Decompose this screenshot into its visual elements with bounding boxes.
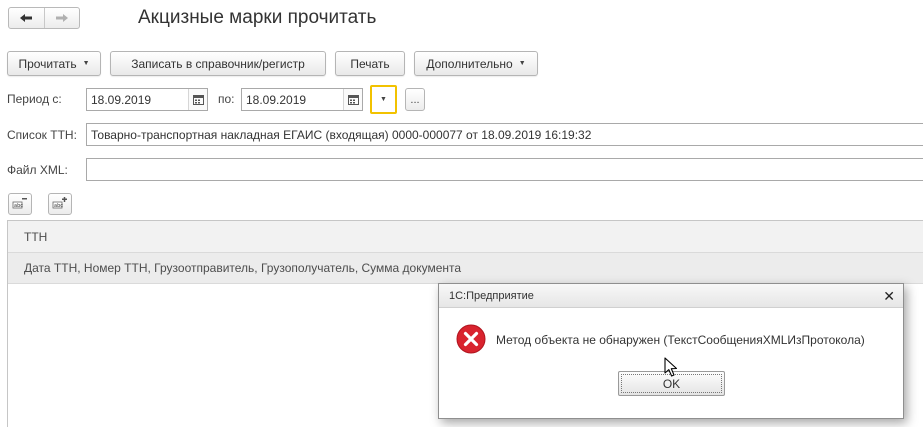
calendar-icon[interactable] [343,89,362,110]
more-button-label: Дополнительно [426,56,513,71]
collapse-list-icon: abc [12,197,28,212]
print-button[interactable]: Печать [335,51,405,76]
ttn-list-field[interactable]: Товарно-транспортная накладная ЕГАИС (вх… [86,123,923,146]
dialog-titlebar: 1С:Предприятие ✕ [439,284,903,308]
period-to-label: по: [218,92,235,106]
svg-text:abc: abc [14,203,23,209]
svg-text:abc: abc [54,203,63,209]
chevron-down-icon: ▼ [518,60,526,67]
xml-file-field[interactable] [86,158,923,181]
error-dialog: 1С:Предприятие ✕ Метод объекта не обнару… [438,283,904,419]
expand-list-icon: abc [52,196,68,212]
dialog-message: Метод объекта не обнаружен (ТекстСообщен… [496,333,865,347]
ttn-list-label: Список ТТН: [7,128,77,142]
nav-buttons [8,7,80,29]
write-to-register-button[interactable]: Записать в справочник/регистр [110,51,326,76]
print-button-label: Печать [350,56,390,71]
forward-button[interactable] [43,8,80,28]
calendar-icon[interactable] [188,89,207,110]
xml-file-label: Файл XML: [7,163,68,177]
period-from-field[interactable]: 18.09.2019 [86,88,208,111]
ttn-column-subtitle: Дата ТТН, Номер ТТН, Грузоотправитель, Г… [24,261,462,275]
ttn-list-value: Товарно-транспортная накладная ЕГАИС (вх… [91,127,592,142]
page-title: Акцизные марки прочитать [138,7,377,28]
write-button-label: Записать в справочник/регистр [131,56,305,71]
chevron-down-icon: ▼ [82,60,90,67]
table-sub-header: Дата ТТН, Номер ТТН, Грузоотправитель, Г… [8,253,923,284]
period-from-label: Период с: [7,92,62,106]
period-dropdown-button[interactable]: ▼ [370,85,397,114]
dialog-title: 1С:Предприятие [449,289,534,302]
mouse-cursor-icon [664,357,678,381]
back-button[interactable] [9,8,44,28]
table-column-header: ТТН [8,221,923,253]
read-button-label: Прочитать [18,56,77,71]
read-button[interactable]: Прочитать ▼ [7,51,101,76]
period-to-field[interactable]: 18.09.2019 [241,88,363,111]
arrow-right-icon [55,13,69,23]
ttn-column-title: ТТН [24,229,48,244]
collapse-all-button[interactable]: abc [8,193,32,215]
error-icon [456,324,486,357]
arrow-left-icon [19,13,33,23]
period-from-value: 18.09.2019 [91,92,152,107]
close-icon[interactable]: ✕ [883,289,895,303]
chevron-down-icon: ▼ [380,96,387,103]
period-to-value: 18.09.2019 [246,92,307,107]
expand-all-button[interactable]: abc [48,193,72,215]
ellipsis-label: ... [410,93,420,106]
more-button[interactable]: Дополнительно ▼ [414,51,538,76]
period-select-button[interactable]: ... [405,88,425,111]
